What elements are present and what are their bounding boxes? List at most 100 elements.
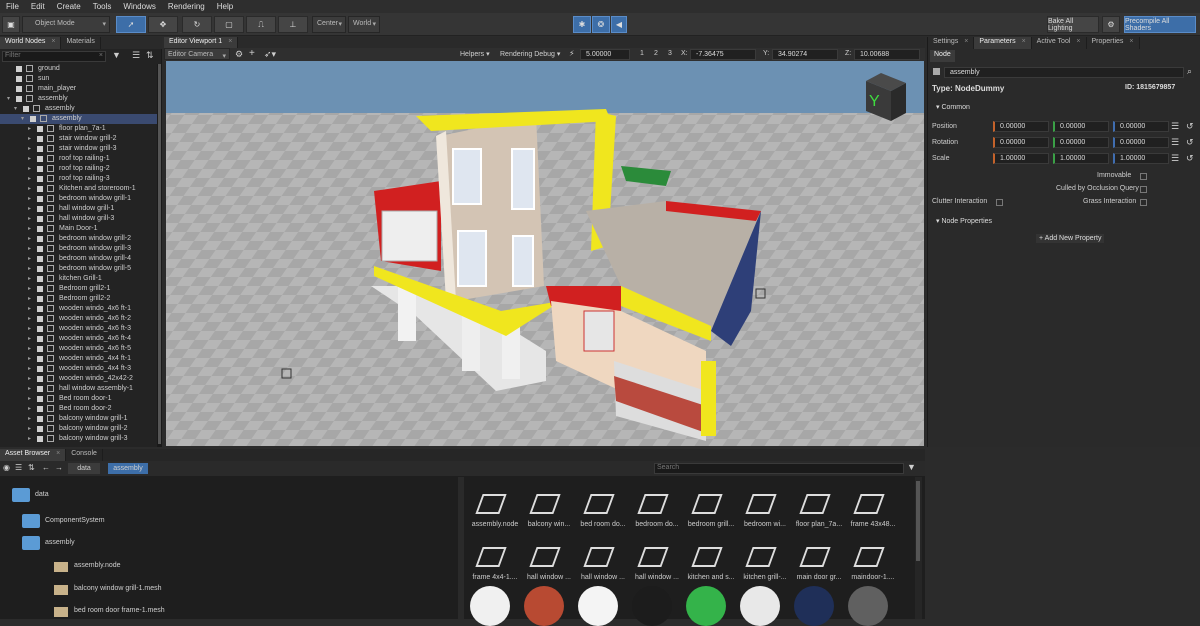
tab-settings[interactable]: Settings × <box>928 37 975 49</box>
menu-icon[interactable]: ☰ <box>1171 137 1179 148</box>
tab-properties[interactable]: Properties × <box>1087 37 1140 49</box>
visibility-checkbox[interactable] <box>37 436 43 442</box>
visibility-checkbox[interactable] <box>37 356 43 362</box>
tree-node[interactable]: ▸ bedroom window grill-2 <box>0 234 157 244</box>
visibility-checkbox[interactable] <box>37 206 43 212</box>
expand-arrow-icon[interactable]: ▸ <box>28 264 31 274</box>
expand-arrow-icon[interactable]: ▸ <box>28 254 31 264</box>
param-2-z-field[interactable]: 1.00000 <box>1113 153 1169 164</box>
breadcrumb-data[interactable]: data <box>68 463 100 474</box>
close-icon[interactable]: × <box>56 450 60 457</box>
close-icon[interactable]: × <box>1129 38 1133 45</box>
expand-arrow-icon[interactable]: ▸ <box>28 404 31 414</box>
3d-viewport[interactable]: Y <box>166 61 924 446</box>
expand-arrow-icon[interactable]: ▸ <box>28 394 31 404</box>
visibility-checkbox[interactable] <box>37 386 43 392</box>
expand-arrow-icon[interactable]: ▸ <box>28 134 31 144</box>
breadcrumb-assembly[interactable]: assembly <box>108 463 148 474</box>
pivot-select[interactable]: Center <box>312 16 346 33</box>
param-2-x-field[interactable]: 1.00000 <box>993 153 1049 164</box>
search-icon[interactable]: ⌕ <box>1187 66 1192 77</box>
menu-file[interactable]: File <box>0 2 25 11</box>
visibility-checkbox[interactable] <box>37 336 43 342</box>
asset-tile[interactable]: frame 4x4-1.... <box>465 543 518 585</box>
material-thumbnail[interactable] <box>632 586 672 626</box>
filter-icon[interactable]: ▼ <box>907 462 916 472</box>
expand-arrow-icon[interactable]: ▸ <box>28 374 31 384</box>
gear-icon[interactable]: ⚙ <box>235 49 243 60</box>
snap-icon[interactable]: ⎍ <box>246 16 276 33</box>
asset-tile[interactable]: hall window ... <box>519 543 571 585</box>
tree-node[interactable]: ▸ hall window grill-3 <box>0 214 157 224</box>
tree-node[interactable]: ▸ wooden windo_4x6 ft-3 <box>0 324 157 334</box>
filter-input[interactable]: Filter × <box>2 51 106 62</box>
expand-arrow-icon[interactable]: ▸ <box>28 274 31 284</box>
helpers-menu[interactable]: Helpers ▾ <box>460 50 490 58</box>
visibility-checkbox[interactable] <box>30 116 36 122</box>
tree-node[interactable]: ▸ hall window assembly-1 <box>0 384 157 394</box>
expand-arrow-icon[interactable]: ▸ <box>28 294 31 304</box>
visibility-checkbox[interactable] <box>37 196 43 202</box>
tree-node[interactable]: ▸ wooden windo_4x4 ft-3 <box>0 364 157 374</box>
tree-node[interactable]: ▸ wooden windo_42x42-2 <box>0 374 157 384</box>
visibility-checkbox[interactable] <box>37 396 43 402</box>
asset-tile[interactable]: bed room do... <box>573 490 626 532</box>
tree-node[interactable]: ▾ assembly <box>0 94 157 104</box>
tab-materials[interactable]: Materials <box>61 37 101 49</box>
visibility-checkbox[interactable] <box>16 66 22 72</box>
asset-tile[interactable]: frame 43x48... <box>843 490 895 532</box>
tree-scrollbar[interactable] <box>157 64 162 447</box>
visibility-checkbox[interactable] <box>37 316 43 322</box>
param-2-y-field[interactable]: 1.00000 <box>1053 153 1109 164</box>
add-property-button[interactable]: + Add New Property <box>1036 234 1105 243</box>
add-icon[interactable]: + <box>249 48 255 59</box>
scale-tool-icon[interactable]: ▢ <box>214 16 244 33</box>
immovable-checkbox[interactable] <box>1140 173 1147 180</box>
visibility-checkbox[interactable] <box>37 136 43 142</box>
close-icon[interactable]: × <box>228 38 232 45</box>
menu-rendering[interactable]: Rendering <box>162 2 211 11</box>
expand-arrow-icon[interactable]: ▸ <box>28 314 31 324</box>
reset-icon[interactable]: ↺ <box>1186 121 1194 132</box>
menu-tools[interactable]: Tools <box>87 2 118 11</box>
filter-icon[interactable]: ▼ <box>112 50 121 60</box>
tree-node[interactable]: ▸ wooden windo_4x6 ft-5 <box>0 344 157 354</box>
menu-edit[interactable]: Edit <box>25 2 51 11</box>
view-1[interactable]: 1 <box>640 50 644 57</box>
tree-node[interactable]: ▸ roof top railing-3 <box>0 174 157 184</box>
back-icon[interactable]: ← <box>42 463 50 472</box>
asset-tile[interactable]: balcony win... <box>519 490 571 532</box>
expand-arrow-icon[interactable]: ▸ <box>28 284 31 294</box>
hierarchy-icon[interactable]: ☰ <box>132 50 140 61</box>
expand-arrow-icon[interactable]: ▸ <box>28 174 31 184</box>
expand-arrow-icon[interactable]: ▾ <box>14 104 17 114</box>
material-thumbnail[interactable] <box>740 586 780 626</box>
visibility-checkbox[interactable] <box>37 166 43 172</box>
tree-node[interactable]: ▾ assembly <box>0 114 157 124</box>
tree-node[interactable]: ▸ balcony window grill-2 <box>0 424 157 434</box>
clear-icon[interactable]: × <box>99 52 103 59</box>
x-coordinate-field[interactable]: -7.36475 <box>690 49 756 60</box>
visibility-checkbox[interactable] <box>37 306 43 312</box>
expand-arrow-icon[interactable]: ▸ <box>28 164 31 174</box>
menu-help[interactable]: Help <box>211 2 239 11</box>
visibility-checkbox[interactable] <box>37 126 43 132</box>
tree-node[interactable]: ▸ kitchen Grill-1 <box>0 274 157 284</box>
visibility-checkbox[interactable] <box>37 246 43 252</box>
visibility-checkbox[interactable] <box>16 96 22 102</box>
visibility-checkbox[interactable] <box>23 106 29 112</box>
tree-node[interactable]: ▸ balcony window grill-3 <box>0 434 157 444</box>
asset-search-input[interactable]: Search <box>654 463 904 474</box>
expand-arrow-icon[interactable]: ▸ <box>28 424 31 434</box>
tab-world-nodes[interactable]: World Nodes × <box>0 37 62 49</box>
expand-arrow-icon[interactable]: ▸ <box>28 364 31 374</box>
expand-arrow-icon[interactable]: ▸ <box>28 124 31 134</box>
gear-icon[interactable]: ⚙ <box>1102 16 1120 33</box>
param-0-y-field[interactable]: 0.00000 <box>1053 121 1109 132</box>
tree-node[interactable]: ▸ Main Door-1 <box>0 224 157 234</box>
tab-node[interactable]: Node <box>930 50 955 62</box>
move-tool-icon[interactable]: ✥ <box>148 16 178 33</box>
visibility-checkbox[interactable] <box>37 176 43 182</box>
visibility-checkbox[interactable] <box>37 416 43 422</box>
expand-arrow-icon[interactable]: ▸ <box>28 344 31 354</box>
